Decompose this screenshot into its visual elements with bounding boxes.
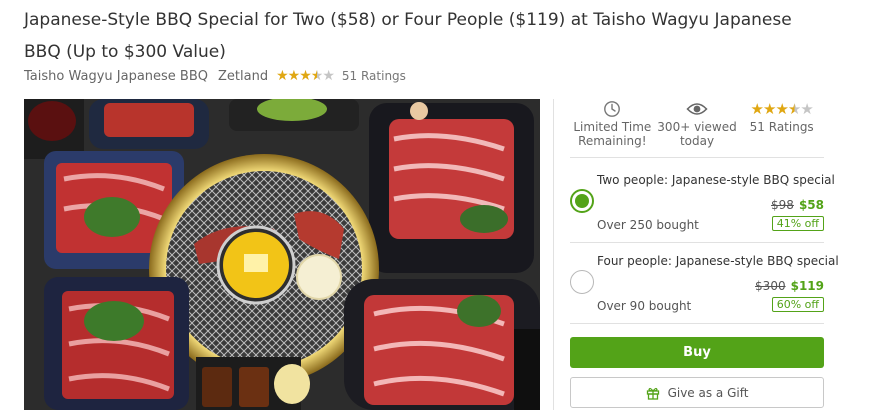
star-icon: ★ [750, 100, 764, 118]
feature-ratings[interactable]: ★ ★ ★ ★ ★ 51 Ratings [739, 99, 824, 157]
option-title: Two people: Japanese-style BBQ special [597, 173, 835, 187]
buy-button[interactable]: Buy [570, 337, 824, 368]
divider [570, 323, 824, 324]
star-icon: ★ [276, 68, 289, 84]
option-prices: $300 $119 [755, 279, 824, 293]
half-star-icon: ★ [310, 68, 324, 84]
star-icon: ★ [763, 100, 776, 118]
feature-limited-time: Limited Time Remaining! [570, 99, 655, 157]
deal-option-four-people[interactable]: Four people: Japanese-style BBQ special … [570, 243, 839, 323]
feature-label: 300+ viewed today [657, 120, 737, 148]
empty-star-icon: ★ [322, 68, 335, 84]
give-as-gift-button[interactable]: Give as a Gift [570, 377, 824, 408]
feature-label: Limited Time Remaining! [573, 120, 652, 148]
deal-photo[interactable] [24, 99, 540, 410]
star-icon: ★ [287, 68, 301, 84]
feature-label: 51 Ratings [749, 120, 814, 134]
column-divider [553, 99, 554, 410]
bbq-food-photo [24, 99, 540, 410]
eye-icon [686, 99, 708, 119]
gift-label: Give as a Gift [667, 385, 749, 400]
discount-badge: 41% off [771, 216, 824, 231]
bought-count: Over 90 bought [597, 299, 692, 313]
original-price: $300 [755, 279, 786, 293]
deal-title: Japanese-Style BBQ Special for Two ($58)… [24, 10, 792, 62]
gift-icon [646, 386, 660, 400]
option-prices: $98 $58 [771, 198, 824, 212]
option-title: Four people: Japanese-style BBQ special [597, 254, 839, 268]
feature-views: 300+ viewed today [655, 99, 740, 157]
option-radio[interactable] [570, 270, 594, 294]
star-icon: ★ [299, 68, 312, 84]
star-rating: ★ ★ ★ ★ ★ [750, 99, 814, 119]
divider [570, 157, 824, 158]
rating-count[interactable]: 51 Ratings [342, 69, 406, 83]
deal-meta: Taisho Wagyu Japanese BBQ Zetland ★ ★ ★ ★ ★ … [24, 67, 406, 85]
half-star-icon: ★ [787, 100, 801, 118]
empty-star-icon: ★ [800, 100, 813, 118]
merchant-name[interactable]: Taisho Wagyu Japanese BBQ [24, 69, 208, 84]
clock-icon [603, 99, 621, 119]
discount-badge: 60% off [771, 297, 824, 312]
deal-option-two-people[interactable]: Two people: Japanese-style BBQ special $… [570, 162, 835, 242]
bought-count: Over 250 bought [597, 218, 699, 232]
location-name[interactable]: Zetland [218, 69, 268, 84]
star-rating: ★ ★ ★ ★ ★ [276, 68, 335, 84]
sale-price: $119 [790, 279, 824, 293]
deal-highlights: Limited Time Remaining! 300+ viewed toda… [570, 99, 824, 157]
star-icon: ★ [775, 100, 788, 118]
option-radio-selected[interactable] [570, 189, 594, 213]
sale-price: $58 [798, 198, 824, 212]
original-price: $98 [771, 198, 794, 212]
